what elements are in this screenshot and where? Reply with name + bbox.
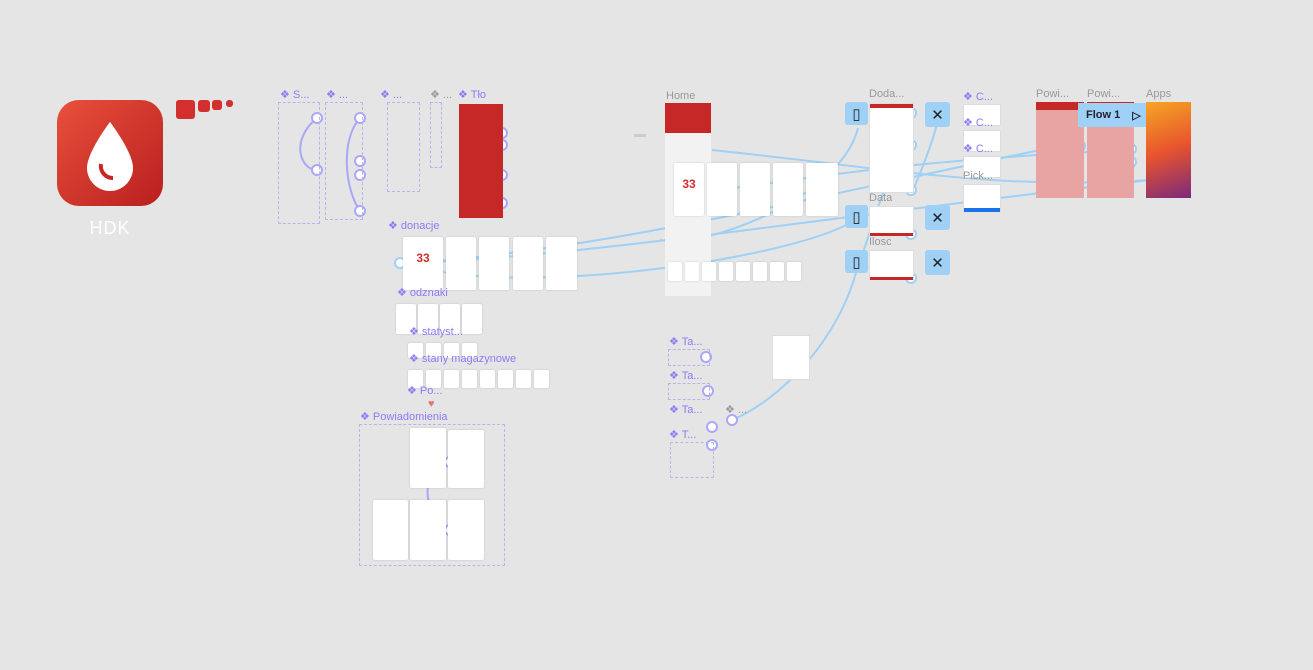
notification-card[interactable]: [373, 500, 408, 560]
badge-card[interactable]: [462, 304, 482, 334]
component-ta-2[interactable]: Ta...: [669, 369, 703, 382]
picker-frame[interactable]: [963, 184, 1001, 212]
frame-label-powi-1[interactable]: Powi...: [1036, 88, 1069, 100]
home-card: [740, 163, 770, 216]
notification-frame-1[interactable]: [1036, 102, 1084, 198]
close-icon[interactable]: ✕: [925, 102, 950, 127]
flow-label: Flow 1: [1086, 109, 1121, 121]
toggle-list-set[interactable]: [670, 442, 714, 478]
app-icon-smallest: [226, 100, 233, 107]
component-tlo[interactable]: Tło: [458, 88, 486, 101]
donation-counter-card[interactable]: 33: [403, 237, 443, 290]
chart-component-set[interactable]: [325, 102, 363, 220]
add-donation-frame[interactable]: [869, 103, 914, 193]
component-t4[interactable]: T...: [669, 428, 697, 441]
frame-label-data[interactable]: Data: [869, 192, 892, 204]
component-c-a[interactable]: C...: [963, 90, 993, 103]
frame-label-powi-2[interactable]: Powi...: [1087, 88, 1120, 100]
donation-card[interactable]: [446, 237, 476, 290]
component-c-b[interactable]: C...: [963, 116, 993, 129]
home-card: [707, 163, 737, 216]
blood-drop-icon: [87, 122, 133, 191]
home-counter-card: 33: [674, 163, 704, 216]
component-c3[interactable]: ...: [380, 88, 402, 101]
ios-home-screen-frame[interactable]: [1146, 102, 1191, 198]
component-ta-1[interactable]: Ta...: [669, 335, 703, 348]
app-name: HDK: [89, 218, 131, 238]
amount-picker-frame[interactable]: [869, 250, 914, 280]
bag-icons-set-2[interactable]: [430, 102, 442, 168]
prototype-connections: [299, 107, 1164, 536]
notification-card[interactable]: [448, 430, 484, 488]
text-field-set-2[interactable]: [668, 383, 710, 400]
frame-label-apps[interactable]: Apps: [1146, 88, 1171, 100]
device-icon[interactable]: ▯: [845, 250, 868, 273]
frame-label-ilosc[interactable]: Ilosc: [869, 236, 892, 248]
divider: [634, 134, 646, 137]
home-donation-count: 33: [682, 177, 696, 191]
home-stock-levels: [668, 262, 801, 281]
close-icon[interactable]: ✕: [925, 205, 950, 230]
device-icon[interactable]: ▯: [845, 205, 868, 228]
component-c5[interactable]: ...: [430, 88, 452, 101]
notification-card[interactable]: [410, 428, 446, 488]
donation-card[interactable]: [479, 237, 509, 290]
share-sheet-frame[interactable]: [772, 335, 810, 380]
component-c-c[interactable]: C...: [963, 142, 993, 155]
device-icon[interactable]: ▯: [845, 102, 868, 125]
heart-illustration: ♥: [428, 398, 435, 410]
app-icon[interactable]: [57, 100, 163, 206]
date-picker-frame[interactable]: [869, 206, 914, 236]
frame-label-doda[interactable]: Doda...: [869, 88, 904, 100]
component-s[interactable]: S...: [280, 88, 310, 101]
component-statyst[interactable]: statyst...: [409, 325, 463, 338]
notification-card[interactable]: [410, 500, 446, 560]
home-card: [773, 163, 803, 216]
frame-label-home[interactable]: Home: [666, 90, 695, 102]
bag-icons-set[interactable]: [387, 102, 420, 192]
app-icon-smaller-2: [212, 100, 222, 110]
notification-card[interactable]: [448, 500, 484, 560]
hearts-component-set[interactable]: [278, 102, 320, 224]
component-odznaki[interactable]: odznaki: [397, 286, 448, 299]
component-chart[interactable]: ...: [326, 88, 348, 101]
component-dots[interactable]: ...: [725, 403, 747, 416]
component-po[interactable]: Po...: [407, 384, 443, 397]
flow-start-button[interactable]: Flow 1 ▷: [1078, 103, 1146, 127]
background-tlo[interactable]: [459, 104, 503, 218]
app-icon-small: [176, 100, 195, 119]
component-donacje[interactable]: donacje: [388, 219, 440, 232]
component-ta-3[interactable]: Ta...: [669, 403, 703, 416]
play-icon: ▷: [1132, 109, 1141, 122]
component-powiadomienia[interactable]: Powiadomienia: [360, 410, 448, 423]
text-field-set-1[interactable]: [668, 349, 710, 366]
donation-card[interactable]: [513, 237, 543, 290]
donation-count: 33: [416, 251, 430, 265]
component-stany-magazynowe[interactable]: stany magazynowe: [409, 352, 516, 365]
app-icon-smaller: [198, 100, 210, 112]
close-icon[interactable]: ✕: [925, 250, 950, 275]
frame-label-pick[interactable]: Pick...: [963, 170, 993, 182]
home-card: [806, 163, 838, 216]
donation-card[interactable]: [546, 237, 577, 290]
